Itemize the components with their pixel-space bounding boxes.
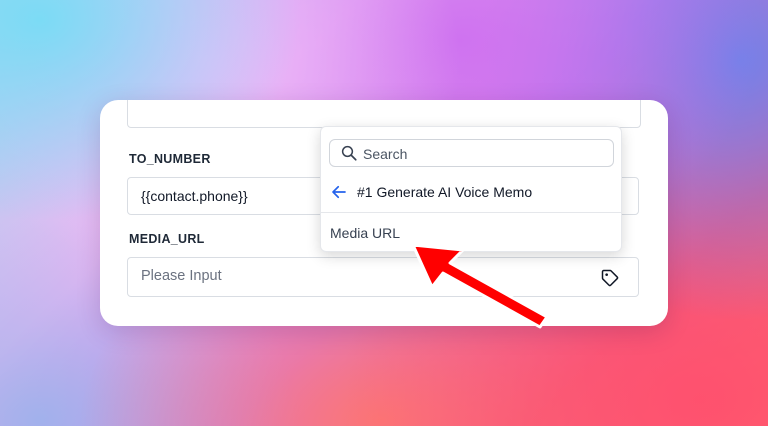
option-media-url[interactable]: Media URL xyxy=(330,225,400,241)
media-url-label: MEDIA_URL xyxy=(129,232,205,246)
media-url-placeholder: Please Input xyxy=(141,268,222,284)
step-title: #1 Generate AI Voice Memo xyxy=(357,184,533,200)
to-number-label: TO_NUMBER xyxy=(129,152,211,166)
media-url-input[interactable]: Please Input xyxy=(127,257,639,297)
tag-icon[interactable] xyxy=(600,268,620,288)
search-placeholder: Search xyxy=(363,146,408,162)
to-number-value: {{contact.phone}} xyxy=(141,188,248,204)
search-icon xyxy=(341,145,357,161)
variable-picker-dropdown: Search #1 Generate AI Voice Memo Media U… xyxy=(320,126,622,252)
back-to-step-button[interactable]: #1 Generate AI Voice Memo xyxy=(321,177,621,213)
annotation-arrow xyxy=(411,243,549,329)
search-input[interactable]: Search xyxy=(329,139,614,167)
arrow-left-icon xyxy=(332,185,346,199)
previous-field-input[interactable] xyxy=(127,100,641,128)
